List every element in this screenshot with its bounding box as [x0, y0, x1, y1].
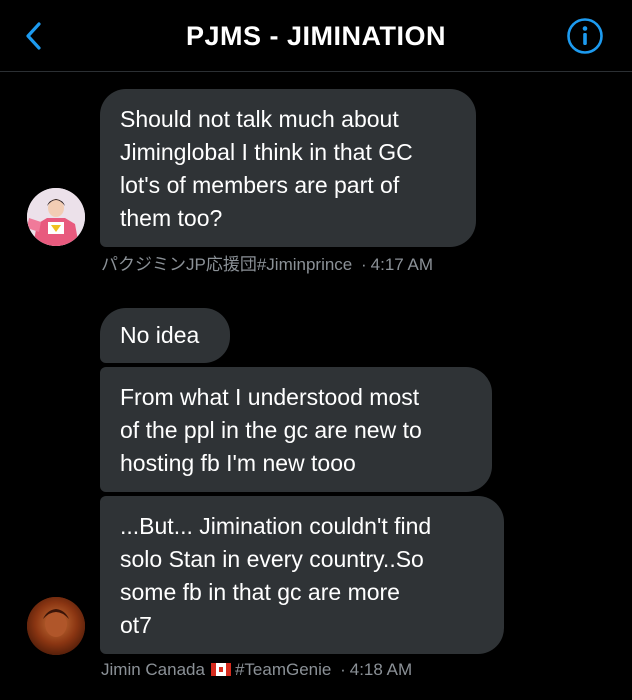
message-text-line: some fb in that gc are more [120, 579, 400, 605]
sender-name[interactable]: Jimin Canada [101, 660, 205, 679]
message-text-line: Jiminglobal I think in that GC [120, 139, 413, 165]
sender-avatar[interactable] [27, 188, 85, 246]
message-timestamp: 4:17 AM [370, 255, 434, 274]
message-meta: Jimin Canada #TeamGenie · 4:18 AM [101, 659, 412, 681]
message-text-line: Should not talk much about [120, 106, 399, 132]
conversation-header: PJMS - JIMINATION [0, 0, 632, 72]
message-text-line: them too? [120, 205, 223, 231]
sender-tag: #TeamGenie [234, 660, 332, 679]
meta-separator: · [361, 255, 367, 274]
canada-flag-icon [210, 663, 231, 676]
dm-conversation-screen: PJMS - JIMINATION Should not talk much a… [0, 0, 632, 700]
message-meta: パクジミンJP応援団#Jiminprince · 4:17 AM [101, 254, 433, 276]
message-text-line: No idea [120, 322, 200, 348]
message-bubble[interactable]: No idea [100, 308, 230, 363]
avatar-image [27, 597, 85, 655]
conversation-title: PJMS - JIMINATION [185, 21, 447, 51]
message-text-line: ot7 [120, 612, 152, 638]
message-bubble[interactable]: ...But... Jimination couldn't find solo … [100, 496, 504, 654]
message-timestamp: 4:18 AM [349, 660, 413, 679]
message-text-line: solo Stan in every country..So [120, 546, 424, 572]
message-text-line: From what I understood most [120, 384, 420, 410]
message-text-line: hosting fb I'm new tooo [120, 450, 356, 476]
meta-separator: · [340, 660, 346, 679]
sender-avatar[interactable] [27, 597, 85, 655]
message-text-line: lot's of members are part of [120, 172, 400, 198]
message-bubble[interactable]: Should not talk much about Jiminglobal I… [100, 89, 476, 247]
message-text-line: ...But... Jimination couldn't find [120, 513, 432, 539]
sender-name[interactable]: パクジミンJP応援団#Jiminprince [101, 255, 352, 274]
info-icon [567, 18, 603, 54]
avatar-image [27, 188, 85, 246]
message-text-line: of the ppl in the gc are new to [120, 417, 422, 443]
message-bubble[interactable]: From what I understood most of the ppl i… [100, 367, 492, 492]
conversation-info-button[interactable] [566, 17, 604, 55]
